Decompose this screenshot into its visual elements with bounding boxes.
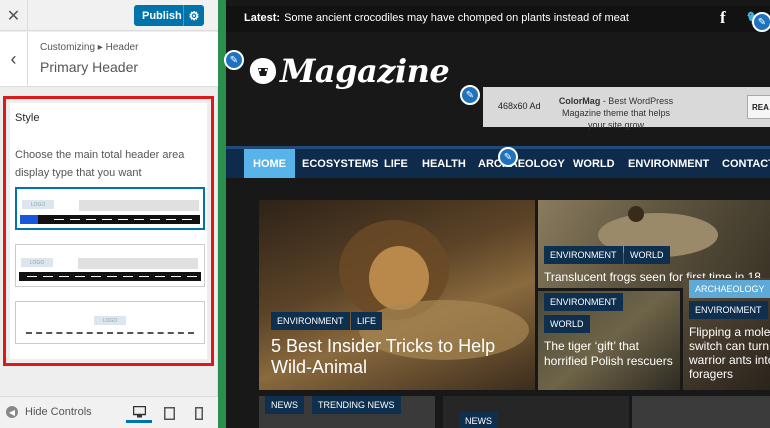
style-control: Style Choose the main total header area … (10, 103, 207, 359)
customizer-panel: ✕ Publish ⚙ ‹ Customizing ▸ Header Prima… (0, 0, 218, 428)
menu-item-ecosystems[interactable]: ECOSYSTEMS (302, 149, 378, 178)
close-icon[interactable]: ✕ (0, 0, 28, 31)
menu-item-world[interactable]: WORLD (573, 149, 615, 178)
category-tag-world[interactable]: WORLD (544, 315, 590, 333)
featured-title-line-2: Wild-Animal (271, 357, 368, 377)
menu-item-contact[interactable]: CONTACT (722, 149, 770, 178)
option-ad-placeholder (79, 200, 199, 211)
site-preview: Latest: Some ancient crocodiles may have … (218, 0, 770, 428)
option-ad-placeholder (78, 258, 198, 269)
section-header: ‹ Customizing ▸ Header Primary Header (0, 32, 218, 87)
header-style-option-1[interactable]: LOGO (15, 187, 205, 230)
control-title: Style (15, 112, 40, 124)
site-title: Magazine (280, 52, 450, 90)
back-arrow-icon[interactable]: ‹ (0, 32, 28, 87)
post-warrior-ants[interactable]: ARCHAEOLOGY ENVIRONMENT Flipping a moleс… (683, 278, 770, 390)
category-tag-environment[interactable]: ENVIRONMENT (544, 293, 623, 311)
header-ad[interactable]: 468x60 Ad ColorMag - Best WordPress Maga… (483, 87, 770, 130)
post-bottom-middle[interactable]: NEWS (443, 396, 629, 428)
option-nav-line (26, 332, 194, 334)
latest-label: Latest: (244, 12, 281, 24)
category-tag-news[interactable]: NEWS (459, 412, 498, 428)
tablet-preview-icon[interactable] (156, 403, 182, 423)
site-logo[interactable]: Magazine (246, 52, 450, 90)
ad-title: ColorMag (558, 96, 601, 106)
post-frogs[interactable]: ENVIRONMENT WORLD Translucent frogs seen… (538, 200, 770, 288)
option-logo-placeholder: LOGO (94, 316, 126, 325)
menu-item-environment[interactable]: ENVIRONMENT (628, 149, 709, 178)
menu-item-life[interactable]: LIFE (384, 149, 408, 178)
edit-social-pencil-icon[interactable]: ✎ (752, 12, 770, 32)
category-tag-news[interactable]: NEWS (265, 396, 304, 414)
featured-post[interactable]: ENVIRONMENT LIFE 5 Best Insider Tricks t… (259, 200, 535, 390)
publish-label: Publish (142, 9, 182, 22)
control-description: Choose the main total header area displa… (15, 149, 185, 179)
collapse-icon: ◀ (6, 406, 18, 418)
latest-headline: Some ancient crocodiles may have chomped… (284, 12, 629, 24)
category-tag-environment[interactable]: ENVIRONMENT (544, 246, 623, 264)
breaking-news[interactable]: Latest: Some ancient crocodiles may have … (244, 12, 629, 24)
style-control-highlight: Style Choose the main total header area … (3, 96, 214, 366)
mobile-preview-icon[interactable] (186, 403, 212, 423)
category-tag-life[interactable]: LIFE (351, 312, 383, 330)
option-nav-bar (20, 215, 200, 224)
primary-menu: HOME ECOSYSTEMS LIFE HEALTH ARCHAEOLOGY … (226, 146, 770, 178)
option-logo-placeholder: LOGO (22, 200, 54, 209)
featured-post-title[interactable]: 5 Best Insider Tricks to Help Wild-Anima… (271, 336, 533, 378)
facebook-icon[interactable]: f (720, 8, 726, 28)
header-style-option-2[interactable]: LOGO (15, 244, 205, 287)
category-tag-environment[interactable]: ENVIRONMENT (689, 301, 768, 319)
customizer-footer: ◀ Hide Controls (0, 396, 218, 428)
featured-title-line-1: 5 Best Insider Tricks to Help (271, 336, 496, 356)
page-title: Primary Header (40, 59, 139, 75)
ad-text: ColorMag - Best WordPress Magazine theme… (553, 95, 679, 131)
category-tag-archaeology[interactable]: ARCHAEOLOGY (689, 280, 770, 298)
gear-icon[interactable]: ⚙ (183, 5, 204, 26)
ad-size-label: 468x60 Ad (498, 101, 541, 111)
preview-canvas: Latest: Some ancient crocodiles may have … (224, 0, 770, 428)
publish-button[interactable]: Publish ⚙ (134, 5, 204, 26)
lion-logo-icon (249, 58, 276, 84)
post-bottom-left[interactable]: NEWS TRENDING NEWS (259, 396, 435, 428)
category-tag-environment[interactable]: ENVIRONMENT (271, 312, 350, 330)
breadcrumb: Customizing ▸ Header (40, 42, 139, 53)
edit-menu-pencil-icon[interactable]: ✎ (498, 147, 518, 167)
post-title-tiger-gift[interactable]: The tiger ‘gift’ that horrified Polish r… (544, 339, 676, 369)
customizer-topbar: ✕ Publish ⚙ (0, 0, 218, 31)
post-title-warrior-ants[interactable]: Flipping a moleс switch can turn warrior… (689, 325, 770, 381)
hide-controls-label: Hide Controls (25, 406, 92, 418)
header-style-option-3[interactable]: LOGO (15, 301, 205, 344)
post-bottom-right[interactable] (632, 396, 770, 428)
post-tiger-gift[interactable]: ENVIRONMENT WORLD The tiger ‘gift’ that … (538, 291, 680, 390)
desktop-preview-icon[interactable] (126, 403, 152, 423)
menu-item-home[interactable]: HOME (244, 149, 295, 178)
ad-read-button[interactable]: REA (747, 95, 770, 119)
menu-item-health[interactable]: HEALTH (422, 149, 466, 178)
menu-item-archaeology[interactable]: ARCHAEOLOGY (478, 149, 565, 178)
edit-ad-pencil-icon[interactable]: ✎ (460, 85, 480, 105)
option-logo-placeholder: LOGO (21, 258, 53, 267)
breaking-news-bar: Latest: Some ancient crocodiles may have … (226, 6, 770, 32)
edit-logo-pencil-icon[interactable]: ✎ (224, 50, 244, 70)
category-tag-world[interactable]: WORLD (624, 246, 670, 264)
option-home-highlight (20, 215, 38, 224)
hide-controls-button[interactable]: ◀ Hide Controls (6, 406, 92, 418)
option-nav-bar (19, 272, 201, 281)
category-tag-trending-news[interactable]: TRENDING NEWS (312, 396, 401, 414)
